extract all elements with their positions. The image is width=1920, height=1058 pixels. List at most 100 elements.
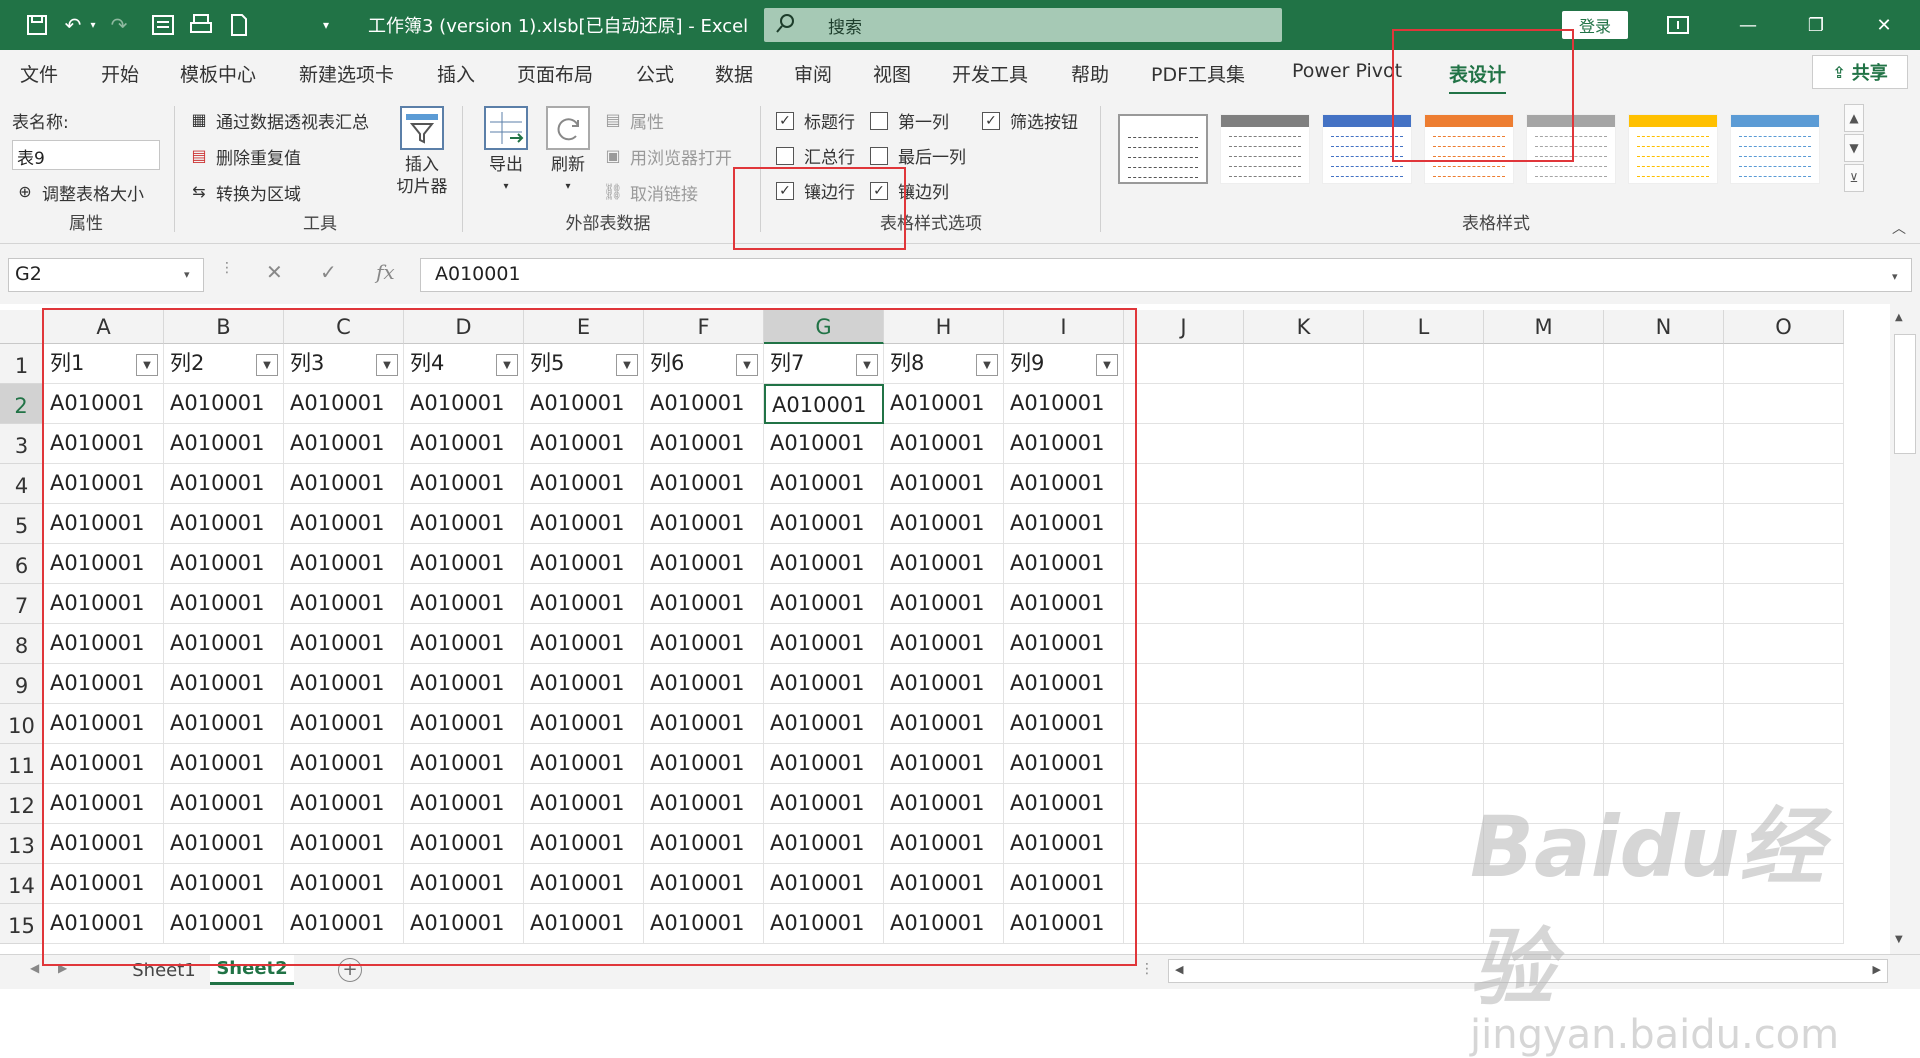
empty-cell[interactable] (1604, 864, 1724, 904)
empty-cell[interactable] (1124, 464, 1244, 504)
filter-dropdown-icon[interactable]: ▼ (856, 354, 878, 376)
empty-cell[interactable] (1484, 464, 1604, 504)
empty-cell[interactable] (1604, 504, 1724, 544)
empty-cell[interactable] (1724, 624, 1844, 664)
table-cell[interactable]: A010001 (644, 464, 764, 504)
empty-cell[interactable] (1244, 864, 1364, 904)
table-cell[interactable]: A010001 (884, 824, 1004, 864)
empty-cell[interactable] (1604, 784, 1724, 824)
table-cell[interactable]: A010001 (284, 704, 404, 744)
empty-cell[interactable] (1124, 824, 1244, 864)
table-cell[interactable]: A010001 (1004, 504, 1124, 544)
column-header-i[interactable]: I (1004, 310, 1124, 344)
filter-dropdown-icon[interactable]: ▼ (1096, 354, 1118, 376)
empty-cell[interactable] (1244, 904, 1364, 944)
empty-cell[interactable] (1484, 344, 1604, 384)
table-cell[interactable]: A010001 (164, 744, 284, 784)
table-cell[interactable]: A010001 (644, 584, 764, 624)
table-cell[interactable]: A010001 (1004, 744, 1124, 784)
empty-cell[interactable] (1484, 384, 1604, 424)
remove-duplicates-button[interactable]: ▤ 删除重复值 (188, 144, 301, 170)
empty-cell[interactable] (1604, 344, 1724, 384)
empty-cell[interactable] (1244, 384, 1364, 424)
empty-cell[interactable] (1604, 624, 1724, 664)
table-cell[interactable]: A010001 (44, 824, 164, 864)
column-header-b[interactable]: B (164, 310, 284, 344)
tab-table-design[interactable]: 表设计 (1449, 60, 1507, 95)
empty-cell[interactable] (1364, 904, 1484, 944)
empty-cell[interactable] (1364, 424, 1484, 464)
undo-dropdown-icon[interactable]: ▾ (86, 9, 100, 41)
table-cell[interactable]: A010001 (164, 664, 284, 704)
table-cell[interactable]: A010001 (644, 424, 764, 464)
empty-cell[interactable] (1364, 664, 1484, 704)
table-cell[interactable]: A010001 (644, 864, 764, 904)
table-cell[interactable]: A010001 (524, 584, 644, 624)
table-cell[interactable]: A010001 (284, 504, 404, 544)
table-cell[interactable]: A010001 (164, 464, 284, 504)
table-cell[interactable]: A010001 (404, 464, 524, 504)
scroll-left-icon[interactable]: ◀ (1175, 963, 1183, 976)
tab-developer[interactable]: 开发工具 (952, 60, 1028, 87)
vertical-scrollbar[interactable]: ▲ ▼ (1890, 304, 1920, 954)
table-cell[interactable]: A010001 (44, 704, 164, 744)
table-cell[interactable]: A010001 (1004, 384, 1124, 424)
column-header-o[interactable]: O (1724, 310, 1844, 344)
table-cell[interactable]: A010001 (764, 744, 884, 784)
empty-cell[interactable] (1364, 384, 1484, 424)
table-cell[interactable]: A010001 (164, 624, 284, 664)
empty-cell[interactable] (1604, 464, 1724, 504)
name-box[interactable]: G2 (8, 258, 204, 292)
table-cell[interactable]: A010001 (284, 544, 404, 584)
column-header-a[interactable]: A (44, 310, 164, 344)
empty-cell[interactable] (1244, 784, 1364, 824)
table-cell[interactable]: A010001 (764, 544, 884, 584)
table-cell[interactable]: A010001 (44, 424, 164, 464)
table-cell[interactable]: A010001 (644, 744, 764, 784)
table-cell[interactable]: A010001 (404, 544, 524, 584)
table-cell[interactable]: A010001 (284, 424, 404, 464)
column-header-k[interactable]: K (1244, 310, 1364, 344)
table-cell[interactable]: A010001 (44, 584, 164, 624)
column-header-n[interactable]: N (1604, 310, 1724, 344)
table-cell[interactable]: A010001 (44, 744, 164, 784)
empty-cell[interactable] (1604, 584, 1724, 624)
table-cell[interactable]: A010001 (764, 464, 884, 504)
table-cell[interactable]: A010001 (284, 624, 404, 664)
table-style-swatch[interactable] (1220, 114, 1310, 184)
table-cell[interactable]: A010001 (44, 544, 164, 584)
tab-formulas[interactable]: 公式 (636, 60, 674, 87)
filter-button-checkbox[interactable]: ✓ 筛选按钮 (982, 108, 1078, 133)
table-cell[interactable]: A010001 (284, 744, 404, 784)
empty-cell[interactable] (1724, 544, 1844, 584)
empty-cell[interactable] (1124, 504, 1244, 544)
print-preview-icon[interactable] (186, 9, 216, 41)
table-cell[interactable]: A010001 (44, 784, 164, 824)
table-cell[interactable]: A010001 (44, 504, 164, 544)
empty-cell[interactable] (1244, 664, 1364, 704)
empty-cell[interactable] (1724, 384, 1844, 424)
column-header-d[interactable]: D (404, 310, 524, 344)
empty-cell[interactable] (1244, 584, 1364, 624)
empty-cell[interactable] (1124, 704, 1244, 744)
column-header-c[interactable]: C (284, 310, 404, 344)
row-header-14[interactable]: 14 (0, 864, 44, 904)
table-cell[interactable]: A010001 (764, 784, 884, 824)
table-cell[interactable]: A010001 (404, 744, 524, 784)
table-cell[interactable]: A010001 (164, 544, 284, 584)
table-cell[interactable]: A010001 (524, 704, 644, 744)
active-cell[interactable]: A010001 (764, 384, 884, 424)
header-row-checkbox[interactable]: ✓ 标题行 (776, 108, 855, 133)
tab-home[interactable]: 开始 (101, 60, 139, 87)
table-cell[interactable]: A010001 (404, 904, 524, 944)
table-cell[interactable]: A010001 (284, 824, 404, 864)
table-cell[interactable]: A010001 (884, 504, 1004, 544)
empty-cell[interactable] (1244, 704, 1364, 744)
empty-cell[interactable] (1724, 824, 1844, 864)
empty-cell[interactable] (1724, 904, 1844, 944)
empty-cell[interactable] (1604, 384, 1724, 424)
table-cell[interactable]: A010001 (164, 864, 284, 904)
empty-cell[interactable] (1244, 344, 1364, 384)
tab-view[interactable]: 视图 (873, 60, 911, 87)
empty-cell[interactable] (1244, 424, 1364, 464)
